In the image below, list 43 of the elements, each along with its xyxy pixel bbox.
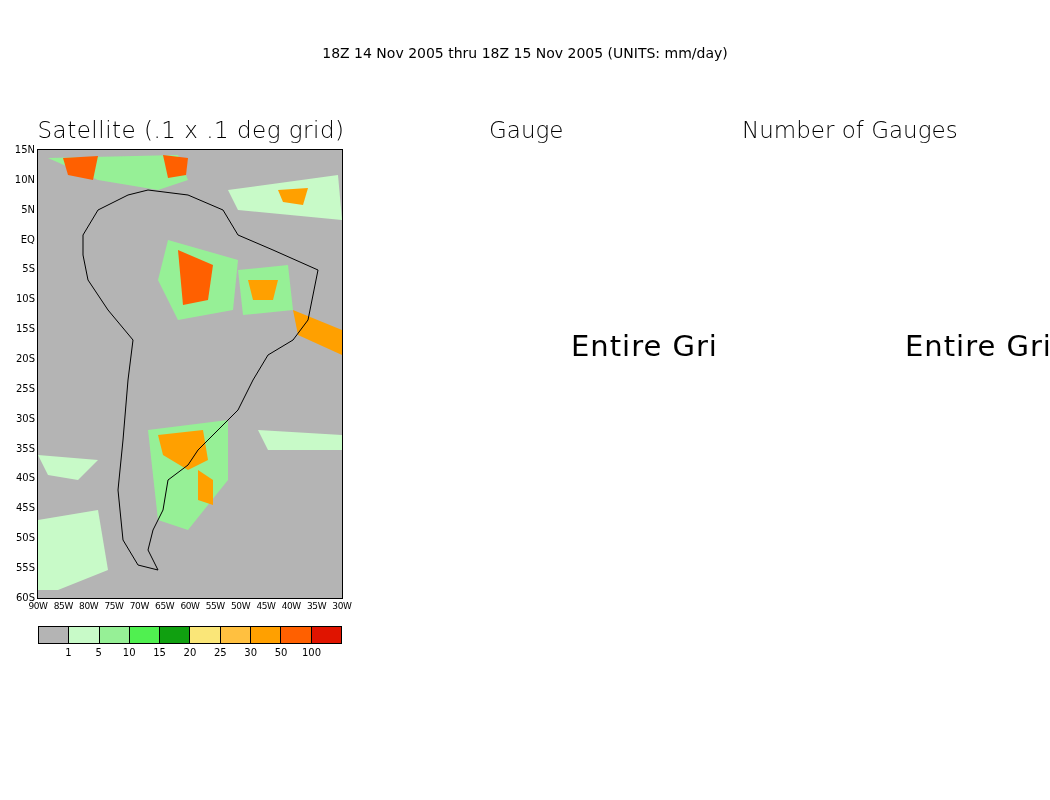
axis-label: 25S bbox=[15, 382, 36, 395]
axis-label: 90W bbox=[28, 601, 49, 612]
scale-label: 25 bbox=[212, 647, 228, 659]
axis-label: 85W bbox=[52, 601, 74, 612]
axis-label: 10N bbox=[14, 173, 36, 186]
axis-label: 15S bbox=[15, 323, 36, 336]
panel-title: Gauge bbox=[488, 116, 565, 144]
axis-label: EQ bbox=[20, 233, 36, 246]
axis-label: 35S bbox=[15, 442, 36, 455]
scale-label: 10 bbox=[121, 647, 137, 659]
axis-label: 35W bbox=[306, 601, 328, 612]
axis-label: 60W bbox=[179, 601, 201, 612]
axis-label: 40W bbox=[280, 601, 302, 612]
scale-label: 5 bbox=[94, 647, 103, 659]
axis-label: 20S bbox=[15, 353, 36, 365]
axis-label: 10S bbox=[15, 293, 36, 306]
axis-label: 80W bbox=[78, 601, 100, 612]
scale-label: 30 bbox=[243, 647, 259, 659]
scale-label: 100 bbox=[300, 647, 323, 659]
axis-label: 70W bbox=[128, 601, 150, 612]
axis-label: 5N bbox=[21, 203, 36, 216]
scale-label: 20 bbox=[182, 647, 198, 659]
axis-label: 65W bbox=[154, 601, 176, 612]
axis-label: 55W bbox=[204, 601, 226, 612]
panel-title: Satellite (.1 x .1 deg grid) bbox=[36, 116, 346, 144]
axis-label: 75W bbox=[103, 601, 125, 612]
axis-label: 50S bbox=[15, 532, 36, 545]
axis-label: 5S bbox=[22, 263, 36, 276]
panel-title: Number of Gauges bbox=[741, 116, 959, 144]
plot-title: 18Z 14 Nov 2005 thru 18Z 15 Nov 2005 (UNITS: mm/day) bbox=[322, 44, 728, 63]
axis-label: 30W bbox=[331, 601, 353, 612]
axis-label: 45W bbox=[255, 601, 277, 612]
axis-label: 55S bbox=[15, 562, 36, 575]
scale-label: 15 bbox=[152, 647, 167, 659]
axis-label: 50W bbox=[230, 601, 252, 612]
axis-label: 40S bbox=[15, 472, 36, 485]
scale-label: 1 bbox=[64, 647, 73, 659]
axis-label: 45S bbox=[15, 502, 36, 515]
scale-label: 50 bbox=[273, 647, 289, 659]
axis-label: 60S bbox=[15, 591, 36, 603]
panel-message: Entire Gri bbox=[904, 330, 1050, 362]
axis-label: 30S bbox=[15, 412, 36, 425]
axis-label: 15N bbox=[14, 144, 36, 156]
